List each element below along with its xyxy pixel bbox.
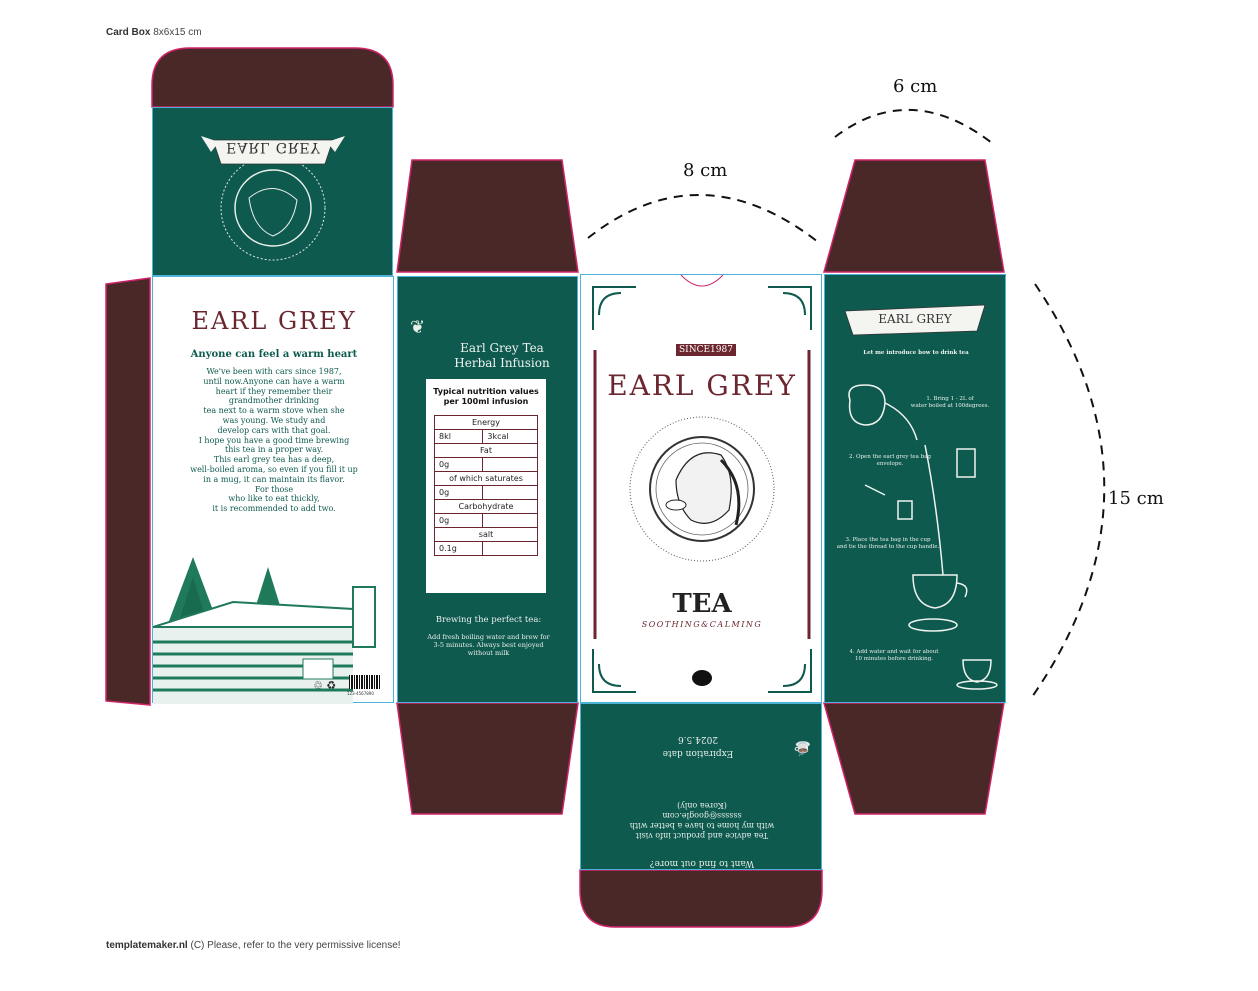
right-side-panel: EARL GREY Let me introduce how to drink … xyxy=(824,274,1006,703)
recycle-icon: ♲ ♻ xyxy=(313,679,337,692)
barcode xyxy=(349,675,381,689)
front-tea: TEA xyxy=(672,589,732,619)
depth-label: 6 cm xyxy=(893,76,938,97)
back-title: EARL GREY xyxy=(191,307,357,335)
dust-flap-bottom-left xyxy=(396,702,579,815)
width-arc xyxy=(587,194,819,243)
left-side-panel: ❦ Earl Grey Tea Herbal Infusion Typical n… xyxy=(397,276,578,703)
brewing-title: Brewing the perfect tea: xyxy=(435,615,542,625)
height-label: 15 cm xyxy=(1108,488,1164,509)
front-tagline: SOOTHING&CALMING xyxy=(641,620,763,629)
steps-illustration xyxy=(844,304,998,690)
back-subtitle: Anyone can feel a warm heart xyxy=(190,349,358,360)
back-body: We've been with cars since 1987, until no… xyxy=(190,367,358,514)
step-2: 2. Open the earl grey tea bag envelope. xyxy=(848,454,932,468)
top-flap-ribbon-text: EARL GREY xyxy=(226,139,321,155)
teapot-icon: ☕ xyxy=(793,740,811,756)
top-flap-panel: EARL GREY xyxy=(152,107,393,276)
bottom-flap-panel: Want to find out more? Tea advice and pr… xyxy=(580,703,822,870)
emblem-top-graphic xyxy=(201,136,345,261)
glue-flap xyxy=(105,277,151,706)
nutrition-heading: Typical nutrition values per 100ml infusi… xyxy=(433,387,539,406)
nutrition-table: Energy 8kl 3kcal Fat 0g of which saturate… xyxy=(433,415,538,556)
nutrition-box: Typical nutrition values per 100ml infusi… xyxy=(426,379,546,593)
dust-flap-bottom-right xyxy=(823,702,1005,815)
barcode-number: 123-4567890 xyxy=(347,691,374,696)
front-title: EARL GREY xyxy=(607,369,797,402)
bottom-flap-content: Want to find out more? Tea advice and pr… xyxy=(629,734,811,868)
back-panel: EARL GREY Anyone can feel a warm heart W… xyxy=(152,276,394,704)
brewing-text: Add fresh boiling water and brew for 3-5 … xyxy=(427,633,550,657)
since-badge: SINCE1987 xyxy=(676,344,736,356)
right-intro: Let me introduce how to drink tea xyxy=(863,350,969,356)
step-3: 3. Place the tea bag in the cup and tie t… xyxy=(836,537,940,551)
front-panel: SINCE1987 EARL GREY TEA SOOTHING&CALMING xyxy=(580,274,822,703)
left-title: Earl Grey Tea Herbal Infusion xyxy=(454,341,550,370)
width-label: 8 cm xyxy=(683,160,728,181)
top-tuck-flap xyxy=(151,47,394,108)
bottom-tuck-flap xyxy=(579,869,823,928)
front-ornaments xyxy=(592,275,812,693)
step-1: 1. Bring 1 - 2L of water boiled at 100deg… xyxy=(910,396,990,410)
step-4: 4. Add water and wait for about 10 minute… xyxy=(849,649,939,663)
flower-icon: ❦ xyxy=(410,317,426,338)
dust-flap-top-right xyxy=(823,159,1005,273)
right-ribbon-text: EARL GREY xyxy=(878,312,952,326)
dust-flap-top-left xyxy=(396,159,579,273)
height-arc xyxy=(1031,283,1106,698)
depth-arc xyxy=(834,109,993,144)
